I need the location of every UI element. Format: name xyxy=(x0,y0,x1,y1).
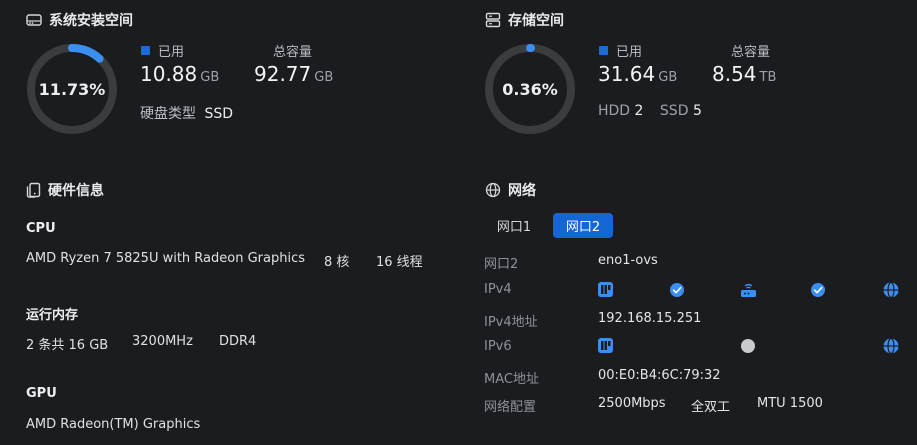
link-speed: 2500Mbps xyxy=(598,396,666,411)
used-color-swatch xyxy=(599,46,608,55)
mac-value: 00:E0:B4:6C:79:32 xyxy=(598,368,721,383)
system-usage-percent: 11.73% xyxy=(38,79,106,99)
memory-type: DDR4 xyxy=(219,334,257,349)
disk-type: 硬盘类型 SSD xyxy=(140,103,233,123)
network-config-key: 网络配置 xyxy=(484,400,537,415)
duplex-mode: 全双工 xyxy=(691,400,731,415)
disk-type-value: SSD xyxy=(204,106,234,122)
network-title: 网络 xyxy=(485,180,536,200)
ipv4-connectivity-chain xyxy=(596,278,901,302)
storage-usage-percent: 0.36% xyxy=(502,79,558,99)
globe-icon xyxy=(883,281,899,299)
cpu-threads: 16 线程 xyxy=(376,255,423,270)
storage-total-value: 8.54 TB xyxy=(712,62,776,86)
cpu-cores: 8 核 xyxy=(324,255,350,270)
ipv6-connectivity-chain xyxy=(596,334,901,358)
storage-used-value: 31.64 GB xyxy=(598,62,677,86)
check-circle-icon xyxy=(670,283,684,297)
gpu-model: AMD Radeon(TM) Graphics xyxy=(26,417,201,432)
storage-used-unit: GB xyxy=(658,70,678,85)
disk-counts: HDD 2 SSD 5 xyxy=(598,103,702,119)
hard-drive-icon xyxy=(26,13,42,27)
system-space-title: 系统安装空间 xyxy=(26,10,133,30)
ipv6-key: IPv6 xyxy=(484,339,512,354)
system-used-number: 10.88 xyxy=(140,62,198,86)
storage-icon xyxy=(485,12,501,28)
gray-dot-icon xyxy=(741,339,755,353)
system-total-label: 总容量 xyxy=(273,45,313,60)
globe-icon xyxy=(485,182,501,198)
cpu-heading: CPU xyxy=(26,221,56,236)
gpu-heading: GPU xyxy=(26,386,57,401)
storage-space-title-text: 存储空间 xyxy=(508,13,564,29)
ssd-label: SSD xyxy=(659,103,689,119)
globe-icon xyxy=(883,337,899,355)
system-usage-ring: 11.73% xyxy=(26,43,118,135)
storage-used-number: 31.64 xyxy=(598,62,656,86)
network-title-text: 网络 xyxy=(508,183,536,199)
nic-icon xyxy=(598,338,613,353)
tab-port-1[interactable]: 网口1 xyxy=(486,213,542,238)
storage-total-unit: TB xyxy=(759,70,777,85)
nic-icon xyxy=(598,282,613,297)
storage-used-label: 已用 xyxy=(616,45,643,60)
hardware-title: 硬件信息 xyxy=(26,180,104,200)
storage-total-label: 总容量 xyxy=(731,45,771,60)
system-used-label: 已用 xyxy=(158,45,185,60)
system-total-value: 92.77 GB xyxy=(254,62,333,86)
port-value: eno1-ovs xyxy=(598,253,658,268)
ssd-count: 5 xyxy=(692,103,702,119)
memory-size: 2 条共 16 GB xyxy=(26,338,109,353)
storage-total-number: 8.54 xyxy=(712,62,757,86)
used-color-swatch xyxy=(141,46,150,55)
storage-space-title: 存储空间 xyxy=(485,10,564,30)
cpu-model: AMD Ryzen 7 5825U with Radeon Graphics xyxy=(26,251,306,266)
ipv4-address-value: 192.168.15.251 xyxy=(598,311,702,326)
mac-key: MAC地址 xyxy=(484,372,539,387)
hdd-count: 2 xyxy=(634,103,644,119)
mtu-value: MTU 1500 xyxy=(757,396,823,411)
storage-used-legend: 已用 xyxy=(599,41,642,60)
memory-heading: 运行内存 xyxy=(26,308,79,323)
system-total-unit: GB xyxy=(314,70,334,85)
system-space-title-text: 系统安装空间 xyxy=(49,13,133,29)
port-key: 网口2 xyxy=(484,257,519,272)
hdd-label: HDD xyxy=(598,103,631,119)
disk-type-label: 硬盘类型 xyxy=(140,106,196,122)
tab-port-2[interactable]: 网口2 xyxy=(553,213,613,238)
ipv4-address-key: IPv4地址 xyxy=(484,315,538,330)
router-icon xyxy=(741,283,756,297)
system-used-value: 10.88 GB xyxy=(140,62,219,86)
system-total-number: 92.77 xyxy=(254,62,312,86)
system-used-unit: GB xyxy=(200,70,220,85)
ipv4-key: IPv4 xyxy=(484,282,512,297)
memory-speed: 3200MHz xyxy=(132,334,193,349)
storage-usage-ring: 0.36% xyxy=(484,43,576,135)
check-circle-icon xyxy=(811,283,825,297)
hardware-title-text: 硬件信息 xyxy=(48,183,104,199)
device-icon xyxy=(26,182,41,198)
system-used-legend: 已用 xyxy=(141,41,184,60)
